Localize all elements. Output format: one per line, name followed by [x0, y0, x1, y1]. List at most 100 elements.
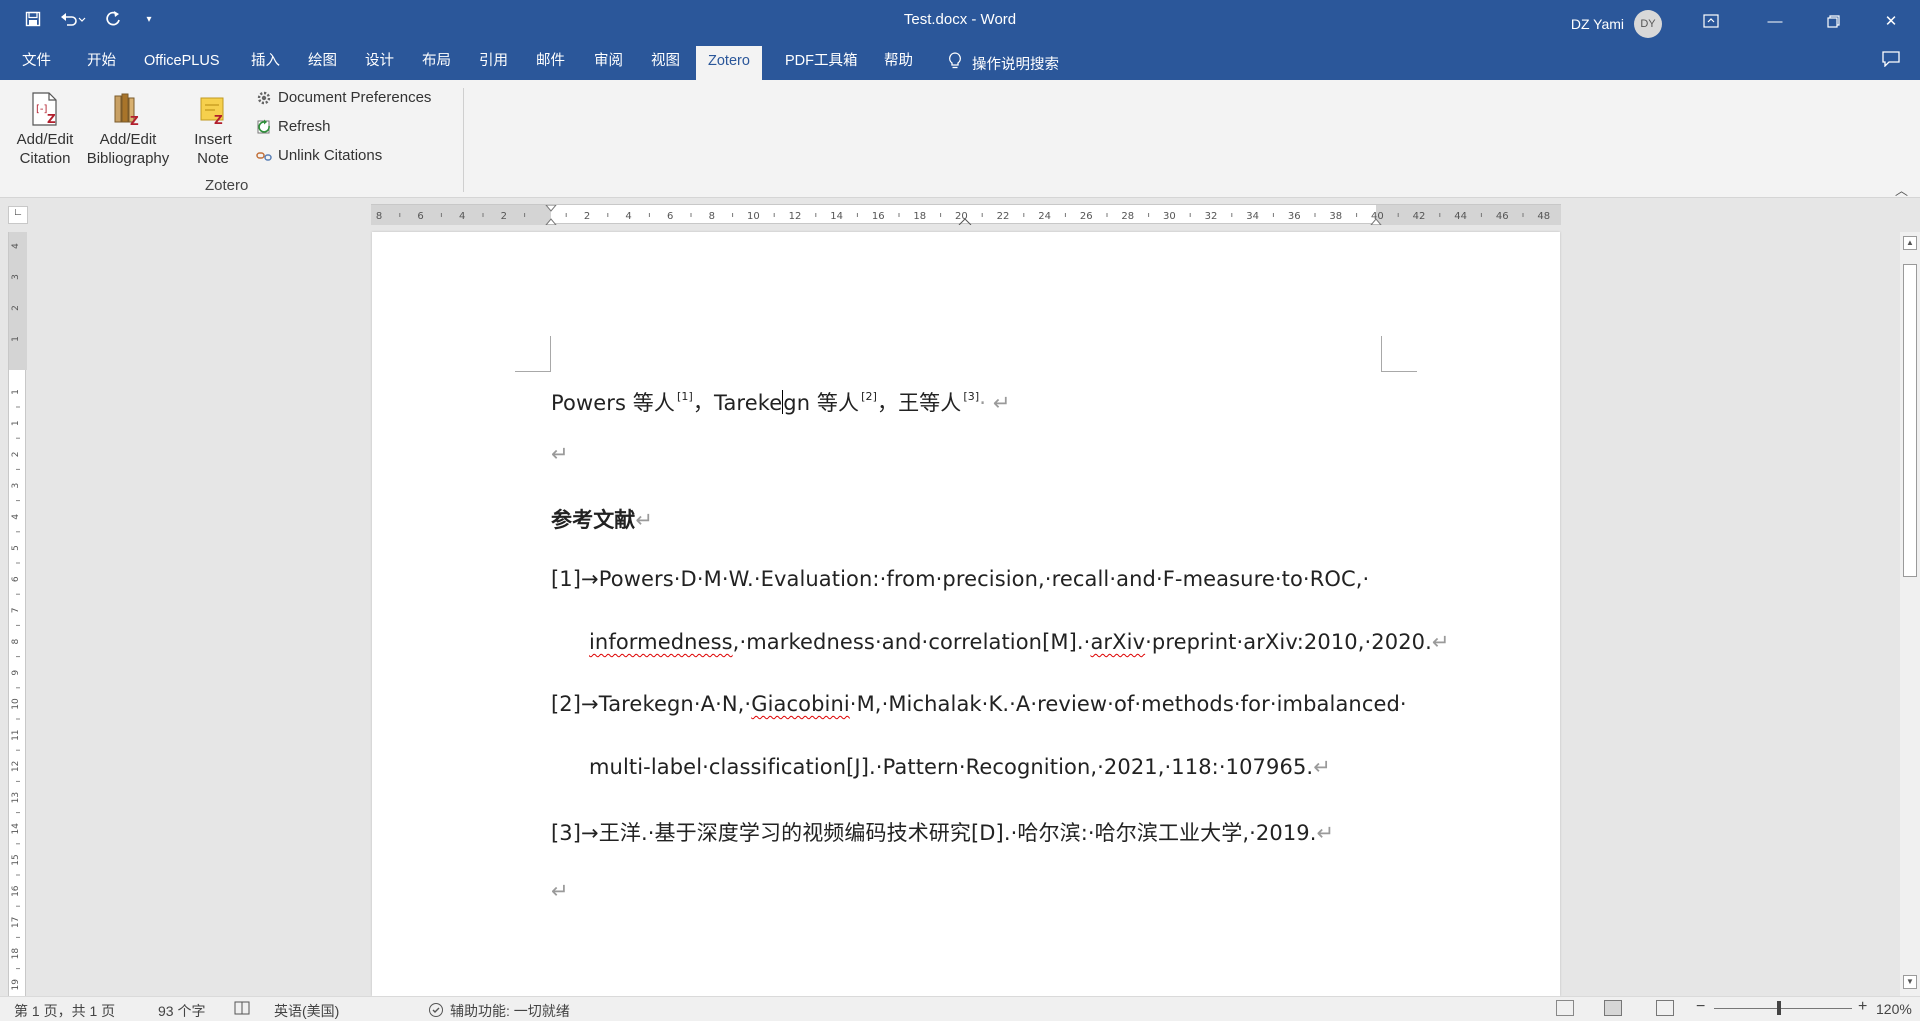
tell-me-search[interactable]: 操作说明搜索: [948, 52, 1059, 74]
tab-layout[interactable]: 布局: [422, 49, 451, 80]
vertical-ruler-scale: 4321112345678910111213141516171819: [9, 232, 27, 1001]
minimize-icon[interactable]: —: [1746, 0, 1804, 42]
svg-text:[-]: [-]: [36, 104, 48, 115]
lightbulb-icon: [948, 52, 962, 74]
tab-insert[interactable]: 插入: [251, 49, 280, 80]
avatar[interactable]: DY: [1634, 10, 1662, 38]
ruler-tick-label: 16: [11, 885, 21, 897]
reference-2-line-1[interactable]: [2]→Tarekegn·A·N,·Giacobini·M,·Michalak·…: [551, 692, 1407, 716]
ribbon-group-separator: [463, 88, 464, 192]
bibliography-heading[interactable]: 参考文献↵: [551, 504, 653, 534]
proofing-icon[interactable]: [234, 1001, 250, 1015]
zoom-slider[interactable]: [1714, 1008, 1852, 1009]
tab-design[interactable]: 设计: [365, 49, 394, 80]
text-run: ，Tareke: [692, 391, 783, 415]
spelling-error[interactable]: Giacobini: [751, 692, 850, 716]
language[interactable]: 英语(美国): [274, 1001, 339, 1021]
body-paragraph[interactable]: Powers 等人 [1]，Tarekegn 等人 [2]，王等人 [3]· ↵: [551, 387, 1011, 417]
reference-3-line-1[interactable]: [3]→王洋.·基于深度学习的视频编码技术研究[D].·哈尔滨:·哈尔滨工业大学…: [551, 817, 1334, 847]
horizontal-ruler[interactable]: 8 6 4 2 2 4 6 8 10 12 14 16 18 20 22 24 26 28 30 32 34 36 38 40…: [357, 204, 1561, 226]
ruler-tick-label: 1: [11, 336, 21, 342]
close-icon[interactable]: ✕: [1862, 0, 1920, 42]
tab-home[interactable]: 开始: [87, 49, 116, 80]
add-edit-bibliography-button[interactable]: Z Add/Edit Bibliography: [82, 92, 174, 168]
add-edit-citation-label-2: Citation: [19, 150, 71, 167]
tab-draw[interactable]: 绘图: [308, 49, 337, 80]
zoom-in-button[interactable]: +: [1858, 998, 1867, 1016]
tab-help[interactable]: 帮助: [884, 49, 913, 80]
ruler-tick-label: 24: [1038, 211, 1051, 222]
add-edit-citation-button[interactable]: [-] Z Add/Edit Citation: [12, 92, 78, 168]
scroll-up-arrow-icon[interactable]: ▲: [1903, 236, 1917, 250]
reference-1-line-1[interactable]: [1]→Powers·D·M·W.·Evaluation:·from·preci…: [551, 567, 1369, 591]
ruler-tick-label: 4: [11, 514, 21, 520]
citation-marker[interactable]: [3]: [963, 390, 979, 403]
document-page[interactable]: Powers 等人 [1]，Tarekegn 等人 [2]，王等人 [3]· ↵ ↵ …: [372, 232, 1560, 996]
accessibility-status[interactable]: 辅助功能: 一切就绪: [428, 1001, 570, 1021]
ruler-tick-label: 17: [11, 917, 21, 928]
tab-review[interactable]: 审阅: [594, 49, 623, 80]
ruler-tick-label: 46: [1496, 211, 1509, 222]
ruler-tick-label: 16: [872, 211, 885, 222]
zoom-out-button[interactable]: −: [1696, 998, 1705, 1016]
text-run: multi-label·classification[J].·Pattern·R…: [589, 755, 1314, 779]
reference-1-line-2[interactable]: informedness,·markedness·and·correlation…: [589, 630, 1450, 654]
ruler-tick-label: 28: [1121, 211, 1134, 222]
spelling-error[interactable]: arXiv: [1090, 630, 1145, 654]
paragraph-mark: ↵: [1316, 821, 1335, 845]
insert-note-button[interactable]: Z Insert Note: [186, 92, 240, 168]
ruler-tick-label: 8: [709, 211, 715, 222]
refresh-label: Refresh: [278, 118, 331, 135]
citation-marker[interactable]: [2]: [861, 390, 877, 403]
accessibility-icon: [428, 1002, 444, 1021]
text-run: [3]→王洋.·基于深度学习的视频编码技术研究[D].·哈尔滨:·哈尔滨工业大学…: [551, 821, 1317, 845]
read-mode-icon[interactable]: [1556, 1000, 1574, 1016]
empty-paragraph: ↵: [551, 879, 569, 903]
page-count[interactable]: 第 1 页，共 1 页: [14, 1001, 115, 1021]
ruler-tick-label: 19: [11, 979, 21, 991]
ruler-tick-label: 4: [459, 211, 465, 222]
unlink-citations-button[interactable]: Unlink Citations: [256, 147, 382, 164]
refresh-button[interactable]: Refresh: [256, 118, 331, 135]
heading-text: 参考文献: [551, 508, 636, 532]
vertical-ruler[interactable]: 4 3 2 1 1 1 2 3 4 5 6 7 8 9 10 11 12 13 14 15 16 17 18 19: [8, 232, 27, 1001]
zoom-level[interactable]: 120%: [1876, 1001, 1912, 1017]
restore-icon[interactable]: [1804, 0, 1862, 42]
zotero-ribbon: [-] Z Add/Edit Citation Z Add/Edit Biblio…: [0, 80, 1920, 198]
ruler-tick-label: 6: [417, 211, 423, 222]
tab-officeplus[interactable]: OfficePLUS: [144, 49, 220, 80]
tab-zotero[interactable]: Zotero: [696, 46, 762, 80]
comments-icon[interactable]: [1882, 51, 1900, 72]
print-layout-icon[interactable]: [1604, 1000, 1622, 1016]
citation-icon: [-] Z: [29, 92, 61, 126]
word-count[interactable]: 93 个字: [158, 1001, 205, 1021]
tab-file[interactable]: 文件: [22, 49, 51, 80]
paragraph-mark: ↵: [635, 508, 654, 532]
tab-pdf-toolbox[interactable]: PDF工具箱: [785, 49, 858, 80]
add-edit-citation-label-1: Add/Edit: [16, 131, 74, 148]
tab-selector[interactable]: ∟: [8, 206, 28, 224]
zoom-slider-thumb[interactable]: [1777, 1001, 1781, 1015]
window-controls: — ✕: [1676, 0, 1920, 42]
web-layout-icon[interactable]: [1656, 1000, 1674, 1016]
user-account[interactable]: DZ Yami DY: [1571, 10, 1662, 38]
ruler-tick-label: 22: [997, 211, 1010, 222]
spelling-error[interactable]: informedness: [589, 630, 733, 654]
ribbon-display-options-icon[interactable]: [1676, 0, 1746, 42]
scroll-thumb[interactable]: [1903, 264, 1917, 577]
vertical-scrollbar[interactable]: ▲ ▼: [1900, 232, 1920, 996]
ruler-tick-label: 12: [11, 761, 21, 772]
scroll-down-arrow-icon[interactable]: ▼: [1903, 975, 1917, 989]
tab-references[interactable]: 引用: [479, 49, 508, 80]
citation-marker[interactable]: [1]: [677, 390, 693, 403]
ruler-tick-label: 42: [1413, 211, 1426, 222]
empty-paragraph: ↵: [551, 442, 569, 466]
collapse-ribbon-icon[interactable]: ︿: [1895, 180, 1908, 199]
document-preferences-button[interactable]: Document Preferences: [256, 89, 431, 106]
ribbon-group-label: Zotero: [205, 177, 249, 194]
ruler-tick-label: 8: [11, 638, 21, 644]
tab-view[interactable]: 视图: [651, 49, 680, 80]
tab-mailings[interactable]: 邮件: [536, 49, 565, 80]
bibliography-icon: Z: [112, 92, 144, 128]
reference-2-line-2[interactable]: multi-label·classification[J].·Pattern·R…: [589, 755, 1331, 779]
